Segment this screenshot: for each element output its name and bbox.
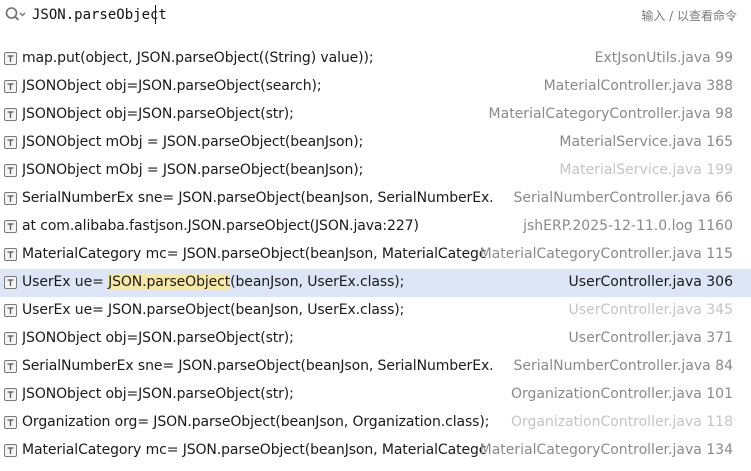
result-code-snippet: SerialNumberEx sne= JSON.parseObject(bea… [22, 358, 492, 374]
result-row[interactable]: JSONObject obj=JSON.parseObject(str); Mat… [0, 101, 751, 129]
result-row[interactable]: SerialNumberEx sne= JSON.parseObject(bea… [0, 353, 751, 381]
result-code-snippet: JSONObject obj=JSON.parseObject(search); [22, 78, 492, 94]
result-location: MaterialService.java 199 [559, 162, 733, 178]
text-file-icon [4, 332, 17, 345]
result-location: SerialNumberController.java 84 [513, 358, 733, 374]
text-file-icon [4, 192, 17, 205]
result-row[interactable]: JSONObject obj=JSON.parseObject(search);… [0, 73, 751, 101]
result-row[interactable]: MaterialCategory mc= JSON.parseObject(be… [0, 437, 751, 465]
result-row[interactable]: MaterialCategory mc= JSON.parseObject(be… [0, 241, 751, 269]
result-code-snippet: UserEx ue= JSON.parseObject(beanJson, Us… [22, 302, 492, 318]
snippet-text: (beanJson, UserEx.class); [230, 274, 405, 290]
text-file-icon [4, 276, 17, 289]
text-file-icon [4, 164, 17, 177]
result-code-snippet: MaterialCategory mc= JSON.parseObject(be… [22, 442, 492, 458]
result-row[interactable]: at com.alibaba.fastjson.JSON.parseObject… [0, 213, 751, 241]
text-file-icon [4, 304, 17, 317]
result-code-snippet: at com.alibaba.fastjson.JSON.parseObject… [22, 218, 492, 234]
result-location: MaterialService.java 165 [559, 134, 733, 150]
snippet-text: JSONObject obj=JSON.parseObject(str); [22, 330, 294, 346]
result-row[interactable]: JSONObject mObj = JSON.parseObject(beanJ… [0, 129, 751, 157]
result-code-snippet: MaterialCategory mc= JSON.parseObject(be… [22, 246, 492, 262]
result-location: UserController.java 371 [568, 330, 733, 346]
snippet-text: JSONObject obj=JSON.parseObject(str); [22, 386, 294, 402]
search-everywhere-popup: 输入 / 以查看命令 map.put(object, JSON.parseObj… [0, 0, 751, 471]
text-file-icon [4, 136, 17, 149]
snippet-text: MaterialCategory mc= JSON.parseObject(be… [22, 442, 487, 458]
match-highlight: JSON.parseObject [108, 274, 231, 290]
result-row[interactable]: UserEx ue= JSON.parseObject(beanJson, Us… [0, 297, 751, 325]
text-file-icon [4, 220, 17, 233]
snippet-text: UserEx ue= JSON.parseObject(beanJson, Us… [22, 302, 405, 318]
search-bar: 输入 / 以查看命令 [0, 0, 751, 30]
search-input[interactable] [31, 4, 571, 26]
result-location: MaterialCategoryController.java 98 [488, 106, 733, 122]
text-file-icon [4, 444, 17, 457]
result-code-snippet: SerialNumberEx sne= JSON.parseObject(bea… [22, 190, 492, 206]
result-location: jshERP.2025-12-11.0.log 1160 [523, 218, 733, 234]
snippet-text: UserEx ue= [22, 274, 109, 290]
text-file-icon [4, 360, 17, 373]
snippet-text: SerialNumberEx sne= JSON.parseObject(bea… [22, 358, 492, 374]
result-location: UserController.java 306 [568, 274, 733, 290]
result-code-snippet: Organization org= JSON.parseObject(beanJ… [22, 414, 492, 430]
result-location: UserController.java 345 [568, 302, 733, 318]
result-location: SerialNumberController.java 66 [513, 190, 733, 206]
result-location: OrganizationController.java 118 [510, 414, 733, 430]
result-row[interactable]: Organization org= JSON.parseObject(beanJ… [0, 409, 751, 437]
snippet-text: JSONObject mObj = JSON.parseObject(beanJ… [22, 134, 364, 150]
result-location: MaterialController.java 388 [543, 78, 733, 94]
text-caret [155, 5, 156, 24]
result-location: ExtJsonUtils.java 99 [594, 50, 733, 66]
text-file-icon [4, 248, 17, 261]
result-code-snippet: map.put(object, JSON.parseObject((String… [22, 50, 492, 66]
result-code-snippet: UserEx ue= JSON.parseObject(beanJson, Us… [22, 274, 492, 290]
result-location: MaterialCategoryController.java 134 [479, 442, 733, 458]
snippet-text: JSONObject obj=JSON.parseObject(str); [22, 106, 294, 122]
snippet-text: map.put(object, JSON.parseObject((String… [22, 50, 374, 66]
snippet-text: at com.alibaba.fastjson.JSON.parseObject… [22, 218, 419, 234]
command-hint: 输入 / 以查看命令 [641, 9, 737, 23]
snippet-text: Organization org= JSON.parseObject(beanJ… [22, 414, 490, 430]
result-row[interactable]: UserEx ue= JSON.parseObject(beanJson, Us… [0, 269, 751, 297]
search-icon[interactable] [4, 5, 26, 25]
result-row[interactable]: JSONObject mObj = JSON.parseObject(beanJ… [0, 157, 751, 185]
result-location: OrganizationController.java 101 [510, 386, 733, 402]
result-code-snippet: JSONObject obj=JSON.parseObject(str); [22, 386, 492, 402]
result-row[interactable]: SerialNumberEx sne= JSON.parseObject(bea… [0, 185, 751, 213]
snippet-text: JSONObject obj=JSON.parseObject(search); [22, 78, 322, 94]
text-file-icon [4, 388, 17, 401]
text-file-icon [4, 80, 17, 93]
snippet-text: JSONObject mObj = JSON.parseObject(beanJ… [22, 162, 364, 178]
result-code-snippet: JSONObject obj=JSON.parseObject(str); [22, 106, 492, 122]
result-row[interactable]: map.put(object, JSON.parseObject((String… [0, 45, 751, 73]
result-code-snippet: JSONObject mObj = JSON.parseObject(beanJ… [22, 134, 492, 150]
result-row[interactable]: JSONObject obj=JSON.parseObject(str); Use… [0, 325, 751, 353]
result-code-snippet: JSONObject obj=JSON.parseObject(str); [22, 330, 492, 346]
text-file-icon [4, 52, 17, 65]
snippet-text: SerialNumberEx sne= JSON.parseObject(bea… [22, 190, 492, 206]
text-file-icon [4, 416, 17, 429]
result-location: MaterialCategoryController.java 115 [479, 246, 733, 262]
snippet-text: MaterialCategory mc= JSON.parseObject(be… [22, 246, 487, 262]
text-file-icon [4, 108, 17, 121]
results-list: map.put(object, JSON.parseObject((String… [0, 45, 751, 465]
result-row[interactable]: JSONObject obj=JSON.parseObject(str); Org… [0, 381, 751, 409]
result-code-snippet: JSONObject mObj = JSON.parseObject(beanJ… [22, 162, 492, 178]
